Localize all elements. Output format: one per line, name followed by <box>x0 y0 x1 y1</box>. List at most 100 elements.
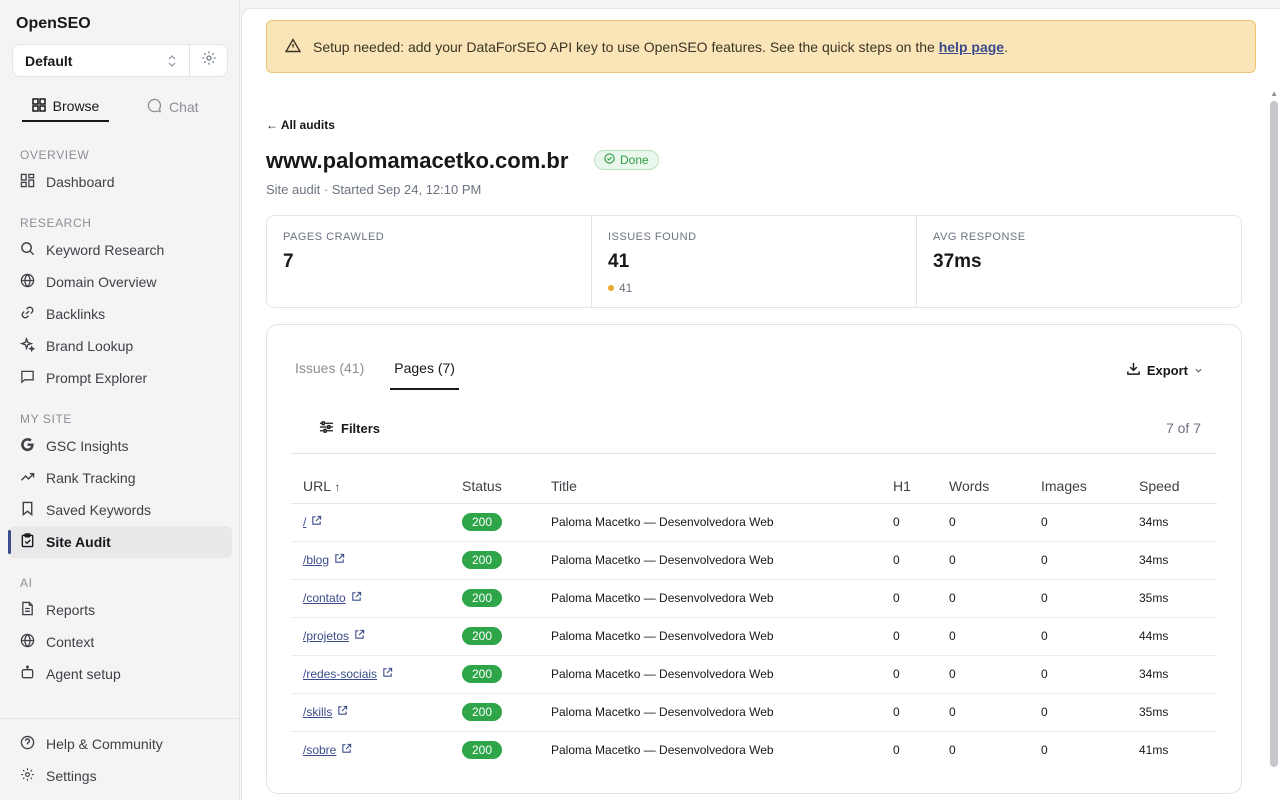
external-link-icon[interactable] <box>311 515 322 529</box>
status-badge: Done <box>594 150 659 170</box>
page-url-link[interactable]: /blog <box>303 553 329 567</box>
sidebar-item-help-community[interactable]: Help & Community <box>8 728 232 760</box>
tab-browse-label: Browse <box>52 98 100 114</box>
sidebar-item-context[interactable]: Context <box>8 626 232 658</box>
sidebar-item-gsc-insights[interactable]: GSC Insights <box>8 430 232 462</box>
tab-chat-label: Chat <box>169 99 199 115</box>
scroll-up-arrow-icon[interactable]: ▲ <box>1270 89 1278 98</box>
filters-button[interactable]: Filters <box>319 420 380 437</box>
sidebar-item-dashboard[interactable]: Dashboard <box>8 166 232 198</box>
project-settings-button[interactable] <box>190 44 228 77</box>
external-link-icon[interactable] <box>337 705 348 719</box>
cell-words: 0 <box>937 655 1029 694</box>
export-label: Export <box>1146 362 1188 378</box>
cell-status: 200 <box>450 693 539 732</box>
app-title: OpenSEO <box>16 15 91 32</box>
cell-url: /projetos <box>291 617 450 656</box>
section-label-my-site: MY SITE <box>20 412 72 426</box>
mode-tabs: Browse Chat <box>22 92 211 122</box>
sidebar-item-site-audit[interactable]: Site Audit <box>8 526 232 558</box>
dashboard-icon <box>20 173 35 191</box>
sidebar-item-label: Rank Tracking <box>46 470 136 486</box>
sidebar-item-rank-tracking[interactable]: Rank Tracking <box>8 462 232 494</box>
sidebar-item-label: Saved Keywords <box>46 502 152 518</box>
cell-speed: 34ms <box>1127 541 1217 580</box>
download-icon <box>1126 361 1141 379</box>
column-header-speed[interactable]: Speed <box>1127 469 1217 504</box>
external-link-icon[interactable] <box>341 744 352 757</box>
sidebar-item-keyword-research[interactable]: Keyword Research <box>8 234 232 266</box>
cell-words: 0 <box>937 503 1029 542</box>
cell-title: Paloma Macetko — Desenvolvedora Web <box>539 579 881 618</box>
external-link-icon[interactable] <box>351 591 362 605</box>
column-header-title[interactable]: Title <box>539 469 881 504</box>
project-select[interactable]: Default <box>12 44 190 77</box>
page-url-link[interactable]: /sobre <box>303 743 336 757</box>
status-badge-label: Done <box>620 153 649 167</box>
external-link-icon[interactable] <box>354 629 365 643</box>
page-url-link[interactable]: / <box>303 515 306 529</box>
sidebar-item-label: Keyword Research <box>46 242 165 258</box>
sidebar-item-brand-lookup[interactable]: Brand Lookup <box>8 330 232 362</box>
table-row: /redes-sociais 200 Paloma Macetko — Desenv… <box>291 655 1217 694</box>
external-link-icon[interactable] <box>334 553 345 567</box>
sidebar-item-label: Domain Overview <box>46 274 157 290</box>
sidebar-item-label: Agent setup <box>46 666 121 682</box>
check-circle-icon <box>604 153 615 167</box>
column-header-status[interactable]: Status <box>450 469 539 504</box>
tab-chat[interactable]: Chat <box>135 92 211 122</box>
sidebar-item-saved-keywords[interactable]: Saved Keywords <box>8 494 232 526</box>
table-header-row: URL ↑ Status Title H1 Words Images Speed <box>291 469 1217 504</box>
table-row: /200 Paloma Macetko — Desenvolvedora Web 0… <box>291 503 1217 542</box>
sidebar-item-backlinks[interactable]: Backlinks <box>8 298 232 330</box>
tab-issues[interactable]: Issues (41) <box>291 360 368 390</box>
cell-title: Paloma Macetko — Desenvolvedora Web <box>539 503 881 542</box>
table-row: /contato 200 Paloma Macetko — Desenvolvedo… <box>291 579 1217 618</box>
sidebar-item-reports[interactable]: Reports <box>8 594 232 626</box>
cell-speed: 35ms <box>1127 579 1217 618</box>
back-to-audits-link[interactable]: ← All audits <box>266 118 335 132</box>
sidebar-item-agent-setup[interactable]: Agent setup <box>8 658 232 690</box>
tab-browse[interactable]: Browse <box>22 92 109 122</box>
cell-title: Paloma Macetko — Desenvolvedora Web <box>551 743 774 758</box>
scrollbar-thumb[interactable] <box>1270 101 1278 767</box>
cell-h1: 0 <box>881 579 937 618</box>
sidebar-item-prompt-explorer[interactable]: Prompt Explorer <box>8 362 232 394</box>
trending-up-icon <box>20 469 35 487</box>
page-title: www.palomamacetko.com.br <box>266 148 569 173</box>
cell-speed: 35ms <box>1127 693 1217 732</box>
section-label-overview: OVERVIEW <box>20 148 90 162</box>
cell-url: /blog <box>291 541 450 580</box>
page-url-link[interactable]: /projetos <box>303 629 349 643</box>
column-header-images[interactable]: Images <box>1029 469 1127 504</box>
page-url-link[interactable]: /contato <box>303 591 346 605</box>
cell-title: Paloma Macetko — Desenvolvedora Web <box>539 617 881 656</box>
cell-url: /redes-sociais <box>291 655 450 694</box>
stat-label: ISSUES FOUND <box>608 231 697 243</box>
table-row: /skills 200 Paloma Macetko — Desenvolvedor… <box>291 693 1217 732</box>
sidebar-item-label: Help & Community <box>46 736 163 752</box>
sidebar-item-domain-overview[interactable]: Domain Overview <box>8 266 232 298</box>
cell-status: 200 <box>450 617 539 656</box>
tab-pages[interactable]: Pages (7) <box>390 360 459 390</box>
sidebar-divider <box>0 718 240 719</box>
column-header-words[interactable]: Words <box>937 469 1029 504</box>
gear-icon <box>20 767 35 785</box>
status-pill: 200 <box>462 741 503 760</box>
column-header-h1[interactable]: H1 <box>881 469 937 504</box>
page-url-link[interactable]: /skills <box>303 705 332 719</box>
cell-images: 0 <box>1029 693 1127 732</box>
cell-title: Paloma Macetko — Desenvolvedora Web <box>539 541 881 580</box>
globe-icon <box>20 633 35 651</box>
sliders-icon <box>319 420 334 437</box>
export-button[interactable]: Export <box>1126 361 1203 379</box>
cell-speed: 44ms <box>1127 617 1217 656</box>
column-header-url[interactable]: URL ↑ <box>291 469 450 504</box>
gear-icon <box>201 50 217 71</box>
table-row: /sobre 200 Paloma Macetko — Desenvolvedora… <box>291 731 1217 769</box>
sidebar-item-label: Site Audit <box>46 534 111 550</box>
help-page-link[interactable]: help page <box>939 39 1004 55</box>
page-url-link[interactable]: /redes-sociais <box>303 667 377 681</box>
external-link-icon[interactable] <box>382 667 393 681</box>
sidebar-item-settings[interactable]: Settings <box>8 760 232 792</box>
